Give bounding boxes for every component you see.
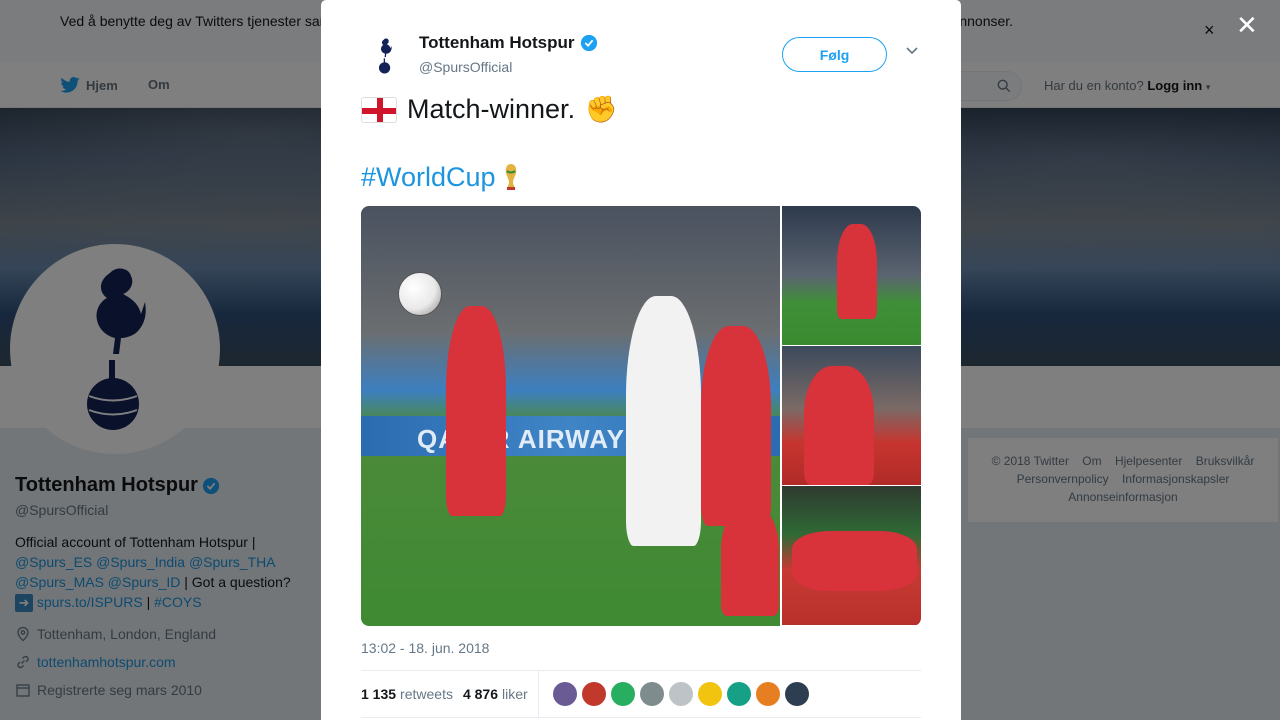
tweet-modal: Tottenham Hotspur @SpursOfficial Følg Ma… <box>321 0 961 720</box>
tweet-author-avatar[interactable] <box>361 32 409 80</box>
tweet-photo-2[interactable] <box>782 206 921 345</box>
tweet-author-handle[interactable]: @SpursOfficial <box>419 59 512 75</box>
chevron-down-icon[interactable] <box>905 46 919 56</box>
retweet-count[interactable]: 1 135 retweets <box>361 686 453 702</box>
liker-avatar[interactable] <box>668 682 693 706</box>
verified-badge-icon <box>580 34 597 52</box>
liker-avatar[interactable] <box>581 682 606 706</box>
liker-avatar[interactable] <box>726 682 751 706</box>
retweet-count-label: retweets <box>400 686 453 702</box>
world-cup-trophy-icon <box>505 163 516 190</box>
like-count-value: 4 876 <box>462 686 499 702</box>
tweet-author-name[interactable]: Tottenham Hotspur <box>419 33 598 53</box>
tweet-stats: 1 135 retweets 4 876 liker <box>361 670 921 718</box>
hashtag-link[interactable]: #WorldCup <box>361 162 496 193</box>
like-count[interactable]: 4 876 liker <box>463 686 528 702</box>
tweet-text: Match-winner. <box>407 94 576 124</box>
like-count-label: liker <box>502 686 528 702</box>
liker-avatar[interactable] <box>610 682 635 706</box>
tweet-author-name-text: Tottenham Hotspur <box>419 33 575 52</box>
tweet-photo-1[interactable]: QATAR AIRWAYS <box>361 206 780 626</box>
retweet-count-value: 1 135 <box>361 686 397 702</box>
tweet-photo-3[interactable] <box>782 346 921 485</box>
tweet-media-grid: QATAR AIRWAYS <box>361 206 921 626</box>
liker-avatar[interactable] <box>755 682 780 706</box>
tweet-text-line1: Match-winner. ✊ <box>361 94 617 125</box>
liker-avatar[interactable] <box>552 682 577 706</box>
tweet-text-line2: #WorldCup <box>361 162 520 193</box>
england-flag-icon <box>361 96 397 123</box>
fist-bump-icon: ✊ <box>585 94 618 124</box>
football-icon <box>398 272 442 316</box>
follow-button[interactable]: Følg <box>782 37 887 72</box>
liker-avatar[interactable] <box>697 682 722 706</box>
close-modal-button[interactable]: ✕ <box>1236 12 1258 38</box>
tweet-photo-4[interactable] <box>782 486 921 625</box>
stats-divider <box>537 671 539 717</box>
tweet-timestamp[interactable]: 13:02 - 18. jun. 2018 <box>361 640 489 656</box>
liker-avatars <box>552 682 809 706</box>
liker-avatar[interactable] <box>639 682 664 706</box>
liker-avatar[interactable] <box>784 682 809 706</box>
spurs-cockerel-logo-icon <box>378 38 392 74</box>
